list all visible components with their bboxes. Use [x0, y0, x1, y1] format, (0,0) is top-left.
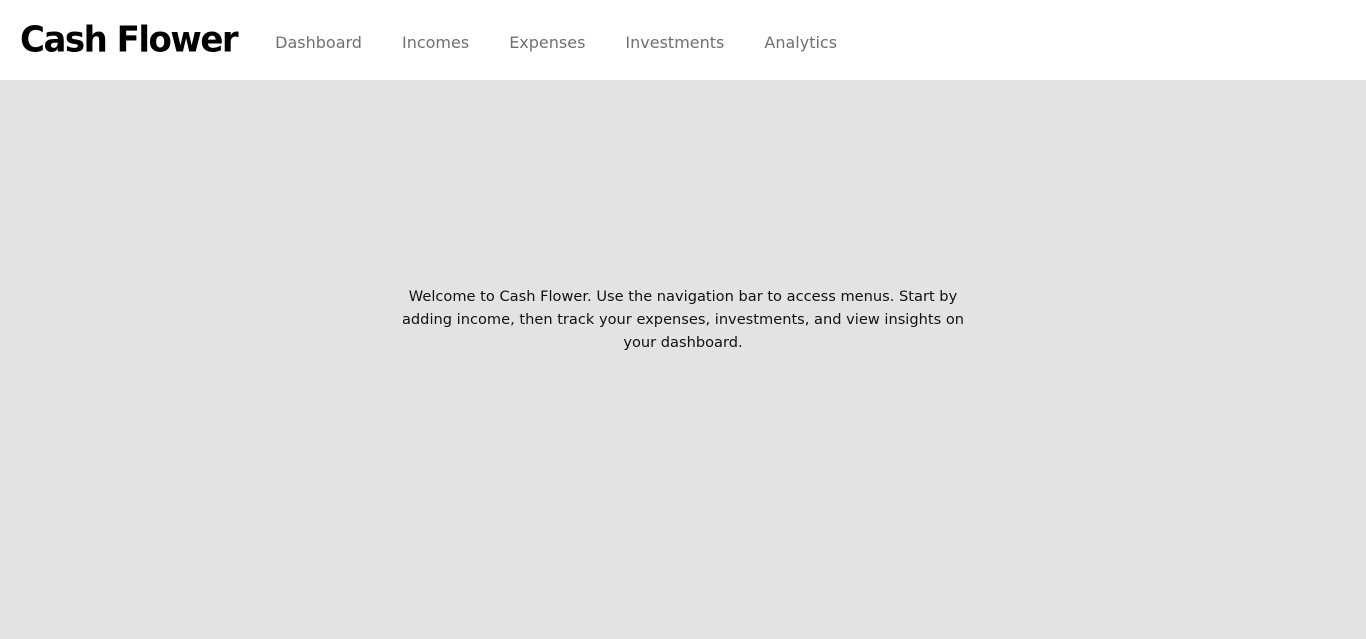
brand-logo[interactable]: Cash Flower [20, 22, 239, 58]
top-navbar: Cash Flower Dashboard Incomes Expenses I… [0, 0, 1366, 80]
nav-item-incomes[interactable]: Incomes [402, 33, 469, 52]
welcome-message: Welcome to Cash Flower. Use the navigati… [401, 287, 965, 351]
nav-item-analytics[interactable]: Analytics [764, 33, 837, 52]
main-content: Welcome to Cash Flower. Use the navigati… [0, 80, 1366, 639]
main-nav: Dashboard Incomes Expenses Investments A… [275, 29, 877, 52]
nav-item-expenses[interactable]: Expenses [509, 33, 585, 52]
nav-item-dashboard[interactable]: Dashboard [275, 33, 362, 52]
nav-item-investments[interactable]: Investments [625, 33, 724, 52]
